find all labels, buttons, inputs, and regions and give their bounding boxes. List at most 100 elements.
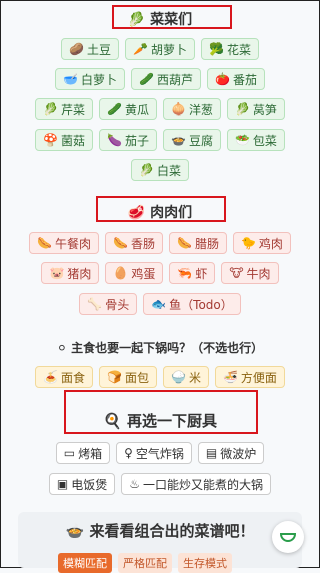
meat-chip-bone[interactable]: 🦴 骨头: [79, 293, 138, 315]
chip-label: 茄子: [124, 133, 149, 148]
chip-label: 骨头: [105, 297, 130, 312]
chip-label: 微波炉: [220, 446, 257, 461]
chip-label: 洋葱: [188, 102, 213, 117]
tools-section-title: 🍳 再选一下厨具: [103, 412, 217, 430]
chip-label: 午餐肉: [55, 236, 92, 251]
chip-label: 香肠: [130, 236, 155, 251]
meat-row-3: 🦴 骨头 🐟 鱼（Todo）: [0, 293, 320, 315]
tool-chip-wok[interactable]: ♨ 一口能炒又能煮的大锅: [121, 473, 272, 495]
potato-icon: 🥔: [69, 42, 84, 56]
veg-chip-tofu[interactable]: 🍲 豆腐: [163, 129, 221, 151]
broccoli-icon: 🥦: [208, 42, 224, 56]
ramen-icon: 🍜: [222, 370, 238, 384]
meat-section-title: 🥩 肉肉们: [127, 205, 193, 221]
fish-icon: 🐟: [151, 297, 167, 311]
meat-chip-fish[interactable]: 🐟 鱼（Todo）: [143, 293, 241, 315]
chip-label: 空气炸锅: [135, 446, 184, 461]
tools-row-2: ▣ 电饭煲 ♨ 一口能炒又能煮的大锅: [0, 473, 320, 495]
chip-label: 包菜: [252, 133, 277, 148]
veg-chip-tomato[interactable]: 🍅 番茄: [206, 68, 265, 90]
pig-icon: 🐷: [49, 266, 65, 280]
staple-row: 🍝 面食 🍞 面包 🍚 米 🍜 方便面: [0, 366, 320, 388]
chip-label: 莴笋: [252, 102, 277, 117]
veg-chip-onion[interactable]: 🧅 洋葱: [163, 98, 221, 120]
cow-icon: 🐮: [229, 266, 244, 280]
veg-chip-carrot[interactable]: 🥕 胡萝卜: [125, 38, 195, 60]
chip-label: 牛肉: [246, 266, 271, 281]
leafy-green-icon: 🥬: [234, 102, 250, 116]
bowl-icon: 🥣: [63, 72, 78, 86]
chick-icon: 🐤: [240, 236, 256, 250]
chip-label: 电饭煲: [71, 477, 108, 492]
tools-row-1: ▭ 烤箱 ♀ 空气炸锅 ▤ 微波炉: [0, 442, 320, 464]
match-mode-tabs: 模糊匹配 严格匹配 生存模式: [58, 553, 232, 573]
veg-chip-cauliflower[interactable]: 🥦 花菜: [200, 38, 259, 60]
leafy-green-icon: 🥬: [43, 102, 59, 116]
wok-icon: ♨: [129, 477, 141, 491]
veg-chip-cabbage[interactable]: 🥗 包菜: [226, 129, 285, 151]
veg-row-2: 🥣 白萝卜 🥒 西葫芦 🍅 番茄: [0, 68, 320, 90]
cucumber-icon: 🥒: [107, 102, 122, 116]
meat-chip-sausage[interactable]: 🌭 香肠: [105, 232, 163, 254]
chip-label: 腊肠: [194, 236, 219, 251]
chip-label: 虾: [195, 266, 208, 281]
veg-chip-potato[interactable]: 🥔 土豆: [61, 38, 120, 60]
veg-chip-mushroom[interactable]: 🍄 菌菇: [35, 129, 94, 151]
microwave-icon: ▤: [205, 446, 218, 460]
cucumber-icon: 🥒: [139, 72, 154, 86]
tab-strict-match[interactable]: 严格匹配: [118, 553, 172, 573]
chip-label: 白萝卜: [81, 72, 118, 87]
oven-icon: ▭: [63, 446, 76, 460]
chip-label: 鱼（Todo）: [169, 297, 233, 312]
veg-chip-eggplant[interactable]: 🍆 茄子: [99, 129, 157, 151]
eggplant-icon: 🍆: [107, 133, 122, 147]
mushroom-icon: 🍄: [43, 133, 59, 147]
rice-cooker-icon: ▣: [56, 477, 69, 491]
meat-chip-pork[interactable]: 🐷 猪肉: [41, 262, 100, 284]
meat-chip-chicken[interactable]: 🐤 鸡肉: [232, 232, 291, 254]
tool-chip-rice-cooker[interactable]: ▣ 电饭煲: [48, 473, 116, 495]
chip-label: 鸡蛋: [131, 266, 156, 281]
chip-label: 花菜: [226, 42, 251, 57]
meat-chip-cured-sausage[interactable]: 🌭 腊肠: [169, 232, 227, 254]
meat-chip-egg[interactable]: 🥚 鸡蛋: [105, 262, 164, 284]
chip-label: 菌菇: [61, 133, 86, 148]
staple-chip-bread[interactable]: 🍞 面包: [99, 366, 157, 388]
meat-chip-spam[interactable]: 🌭 午餐肉: [29, 232, 100, 254]
salad-icon: 🥗: [234, 133, 250, 147]
tool-chip-air-fryer[interactable]: ♀ 空气炸锅: [116, 442, 192, 464]
veg-chip-zucchini[interactable]: 🥒 西葫芦: [131, 68, 201, 90]
meat-chip-shrimp[interactable]: 🦐 虾: [169, 262, 216, 284]
bowl-icon: [280, 533, 296, 542]
veg-chip-lettuce[interactable]: 🥬 莴笋: [226, 98, 285, 120]
veg-chip-bokchoy[interactable]: 🥬 白菜: [131, 159, 189, 181]
veg-section-title: 🥬 菜菜们: [127, 12, 193, 28]
veg-row-5: 🥬 白菜: [0, 159, 320, 181]
chip-label: 面包: [124, 370, 149, 385]
floating-bowl-button[interactable]: [272, 521, 304, 553]
chip-label: 豆腐: [188, 133, 213, 148]
tab-survival-mode[interactable]: 生存模式: [178, 553, 232, 573]
staple-section-title: ⚪ 主食也要一起下锅吗？（不选也行）: [56, 341, 264, 355]
meat-row-2: 🐷 猪肉 🥚 鸡蛋 🦐 虾 🐮 牛肉: [0, 262, 320, 284]
tab-fuzzy-match[interactable]: 模糊匹配: [58, 553, 112, 573]
tomato-icon: 🍅: [214, 72, 230, 86]
chip-label: 芹菜: [61, 102, 86, 117]
chip-label: 鸡肉: [258, 236, 283, 251]
meat-chip-beef[interactable]: 🐮 牛肉: [221, 262, 279, 284]
tool-chip-oven[interactable]: ▭ 烤箱: [55, 442, 111, 464]
tool-chip-microwave[interactable]: ▤ 微波炉: [197, 442, 265, 464]
leafy-green-icon: 🥬: [139, 163, 154, 177]
veg-row-3: 🥬 芹菜 🥒 黄瓜 🧅 洋葱 🥬 莴笋: [0, 98, 320, 120]
pot-icon: 🍲: [171, 133, 186, 147]
hotdog-icon: 🌭: [37, 236, 53, 250]
hotdog-icon: 🌭: [177, 236, 192, 250]
veg-chip-celery[interactable]: 🥬 芹菜: [35, 98, 94, 120]
veg-chip-cucumber[interactable]: 🥒 黄瓜: [99, 98, 157, 120]
veg-row-4: 🍄 菌菇 🍆 茄子 🍲 豆腐 🥗 包菜: [0, 129, 320, 151]
staple-chip-instant-noodles[interactable]: 🍜 方便面: [214, 366, 285, 388]
staple-chip-noodles[interactable]: 🍝 面食: [35, 366, 94, 388]
veg-chip-radish[interactable]: 🥣 白萝卜: [55, 68, 126, 90]
staple-chip-rice[interactable]: 🍚 米: [163, 366, 209, 388]
chip-label: 面食: [61, 370, 86, 385]
